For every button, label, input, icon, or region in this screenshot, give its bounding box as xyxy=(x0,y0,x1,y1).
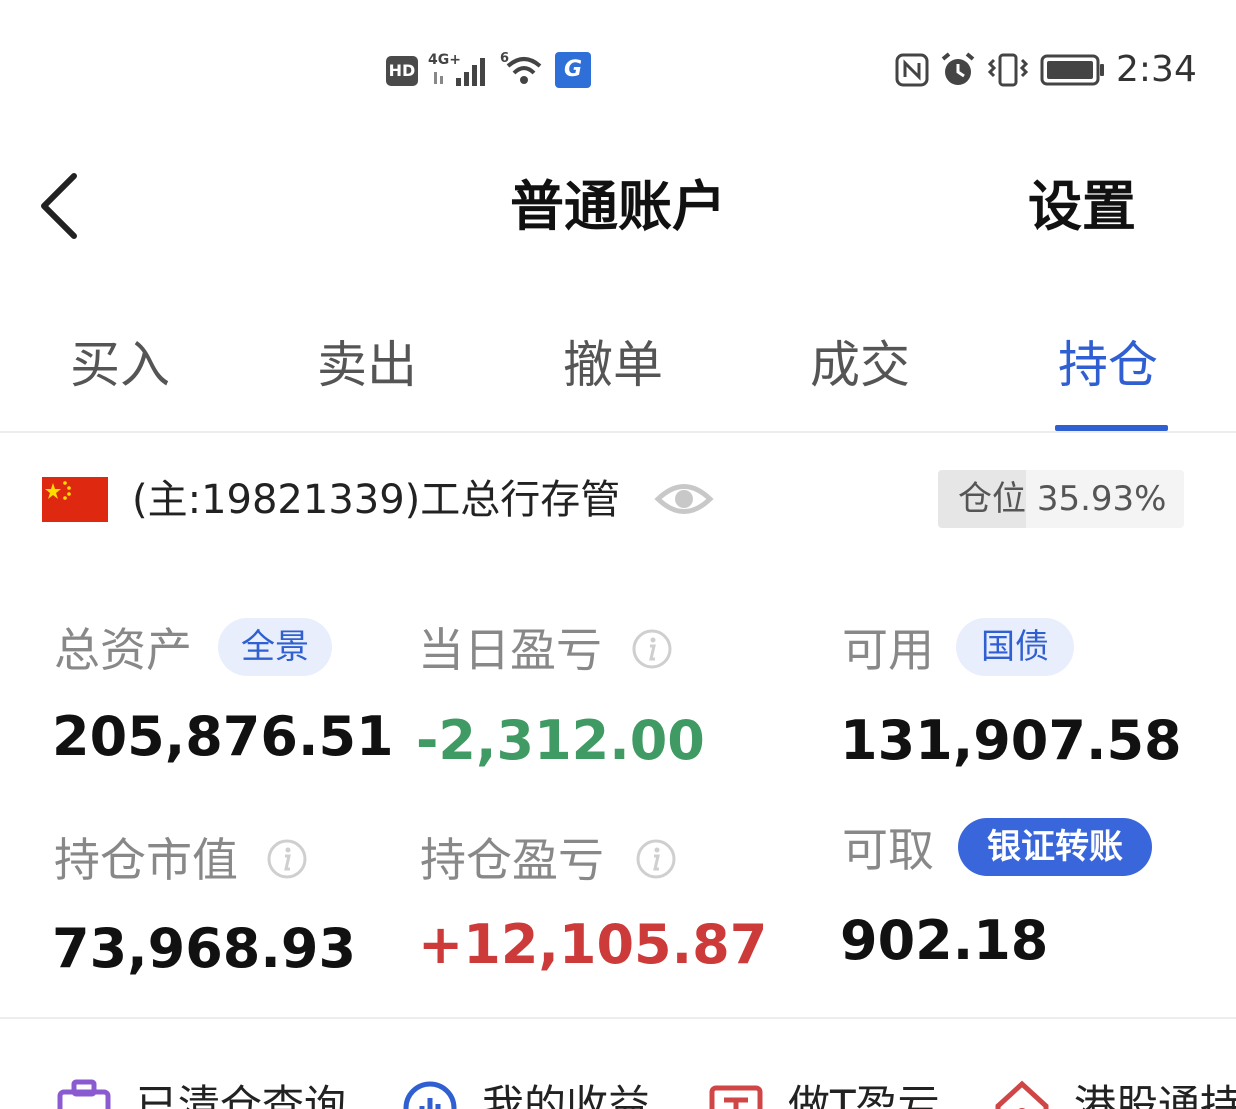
china-flag-icon xyxy=(42,477,108,522)
daily-pnl-label: 当日盈亏 xyxy=(418,623,602,677)
available-value: 131,907.58 xyxy=(840,709,1182,772)
my-earnings-shortcut[interactable]: 我的收益 xyxy=(402,1072,662,1109)
nfc-icon xyxy=(895,53,929,87)
tab-trades[interactable]: 成交 xyxy=(810,330,910,400)
shortcut-label: 我的收益 xyxy=(482,1081,651,1109)
tab-sell[interactable]: 卖出 xyxy=(317,330,417,400)
tab-cancel-order[interactable]: 撤单 xyxy=(563,330,663,400)
position-pnl-label: 持仓盈亏 xyxy=(420,833,604,887)
clock-time: 2:34 xyxy=(1116,49,1197,90)
tab-holdings[interactable]: 持仓 xyxy=(1058,330,1158,400)
shortcut-label: 港股通持 xyxy=(1074,1081,1236,1109)
hk-connect-icon xyxy=(995,1080,1049,1109)
withdrawable-value: 902.18 xyxy=(840,909,1049,972)
settings-button[interactable]: 设置 xyxy=(1028,172,1136,242)
cleared-positions-icon xyxy=(57,1079,111,1109)
shortcut-label: 已清仓查询 xyxy=(136,1081,347,1109)
wifi-icon: 6 xyxy=(500,51,542,84)
section-divider xyxy=(0,1017,1236,1019)
signal-icon: 4G+ xyxy=(428,52,485,86)
t-trade-shortcut[interactable]: 做T盈亏 xyxy=(708,1072,948,1109)
alarm-icon xyxy=(941,52,975,85)
vibrate-icon xyxy=(987,53,1029,87)
hd-icon: HD xyxy=(386,56,418,86)
status-bar: HD 4G+ 6 G 2:34 xyxy=(0,0,1236,140)
market-value-value: 73,968.93 xyxy=(52,917,357,980)
position-value: 35.93% xyxy=(1036,479,1167,519)
tab-bar: 买入 卖出 撤单 成交 持仓 xyxy=(0,325,1236,433)
position-ratio-text: 仓位 35.93% xyxy=(958,470,1166,528)
position-label: 仓位 xyxy=(958,479,1026,519)
info-icon[interactable] xyxy=(266,838,308,880)
market-value-label: 持仓市值 xyxy=(54,833,238,887)
treasury-bond-button[interactable]: 国债 xyxy=(956,618,1074,676)
account-label[interactable]: (主:19821339)工总行存管 xyxy=(132,472,620,528)
t-trade-icon xyxy=(709,1085,763,1109)
daily-pnl-value: -2,312.00 xyxy=(416,709,705,772)
battery-icon xyxy=(1040,54,1104,86)
info-icon[interactable] xyxy=(635,838,677,880)
panorama-button[interactable]: 全景 xyxy=(218,618,332,676)
app-notification-icon: G xyxy=(555,52,591,88)
withdrawable-label: 可取 xyxy=(842,823,934,877)
network-type-label: 4G+ xyxy=(428,52,461,68)
cleared-positions-shortcut[interactable]: 已清仓查询 xyxy=(56,1072,356,1109)
shortcut-label: 做T盈亏 xyxy=(788,1081,940,1109)
total-assets-label: 总资产 xyxy=(54,623,192,677)
info-icon[interactable] xyxy=(631,628,673,670)
active-tab-indicator xyxy=(1055,425,1168,431)
hk-connect-shortcut[interactable]: 港股通持 xyxy=(994,1072,1236,1109)
total-assets-value: 205,876.51 xyxy=(52,705,394,768)
tab-buy[interactable]: 买入 xyxy=(70,330,170,400)
available-label: 可用 xyxy=(842,623,934,677)
bank-transfer-button[interactable]: 银证转账 xyxy=(958,818,1152,876)
position-pnl-value: +12,105.87 xyxy=(418,913,768,976)
eye-icon[interactable] xyxy=(654,478,714,520)
position-ratio-badge: 仓位 35.93% xyxy=(938,470,1184,528)
earnings-chart-icon xyxy=(403,1081,457,1109)
